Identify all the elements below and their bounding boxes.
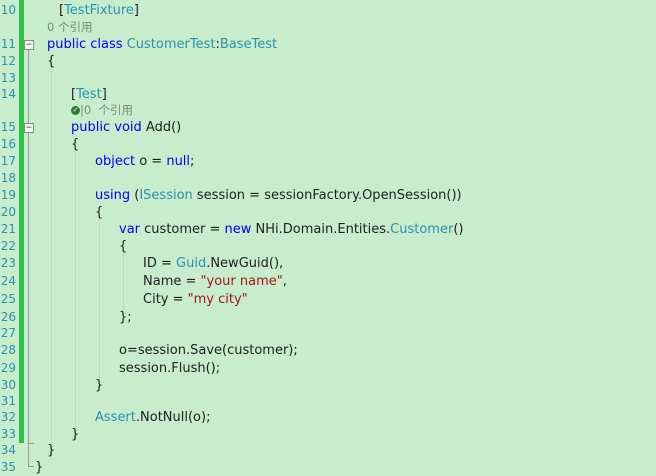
code-line-16[interactable]: { xyxy=(71,136,79,153)
line-number: 21 xyxy=(0,222,16,236)
indent-guide xyxy=(51,62,52,458)
code-line-26[interactable]: }; xyxy=(119,309,132,326)
code-line-30[interactable]: } xyxy=(95,377,103,394)
line-number: 22 xyxy=(0,239,16,253)
line-number: 20 xyxy=(0,205,16,219)
line-number: 33 xyxy=(0,427,16,441)
code-line-10[interactable]: [TestFixture] xyxy=(59,2,139,19)
line-number: 26 xyxy=(0,310,16,324)
code-line-22[interactable]: { xyxy=(119,238,127,255)
indent-guide xyxy=(99,215,100,383)
line-number: 34 xyxy=(0,443,16,457)
line-number: 23 xyxy=(0,256,16,270)
code-line-19[interactable]: using (ISession session = sessionFactory… xyxy=(95,187,462,204)
code-line-12[interactable]: { xyxy=(47,53,55,70)
code-line-17[interactable]: object o = null; xyxy=(95,153,194,170)
line-number: 18 xyxy=(0,171,16,185)
fold-collapse-icon[interactable]: − xyxy=(24,123,34,133)
code-line-11[interactable]: public class CustomerTest:BaseTest xyxy=(47,36,277,53)
line-number: 12 xyxy=(0,54,16,68)
code-line-29[interactable]: session.Flush(); xyxy=(119,360,220,377)
code-line-15[interactable]: public void Add() xyxy=(71,119,181,136)
indent-guide xyxy=(123,250,124,316)
line-number: 13 xyxy=(0,71,16,85)
outline-line xyxy=(28,133,29,443)
line-number-gutter: 10 11 12 13 14 15 16 17 18 19 20 21 22 2… xyxy=(0,0,17,474)
code-line-35[interactable]: } xyxy=(35,459,43,476)
code-line-24[interactable]: Name = "your name", xyxy=(143,273,287,290)
code-line-34[interactable]: } xyxy=(47,442,55,459)
line-number: 14 xyxy=(0,87,16,101)
code-line-21[interactable]: var customer = new NHi.Domain.Entities.C… xyxy=(119,221,463,238)
outline-end-tick xyxy=(28,443,34,444)
code-line-23[interactable]: ID = Guid.NewGuid(), xyxy=(143,255,283,272)
line-number: 28 xyxy=(0,343,16,357)
code-line-28[interactable]: o=session.Save(customer); xyxy=(119,342,298,359)
indent-guide xyxy=(75,148,76,438)
line-number: 16 xyxy=(0,137,16,151)
code-line-33[interactable]: } xyxy=(71,426,79,443)
check-icon: ✓ xyxy=(71,106,80,115)
line-number: 32 xyxy=(0,410,16,424)
line-number: 24 xyxy=(0,274,16,288)
line-number: 25 xyxy=(0,292,16,306)
line-number: 15 xyxy=(0,120,16,134)
line-number: 29 xyxy=(0,361,16,375)
code-line-14[interactable]: [Test] xyxy=(71,86,107,103)
line-number: 10 xyxy=(0,3,16,17)
codelens-references[interactable]: 0 个引用 xyxy=(47,19,92,36)
change-tracking-bar xyxy=(19,0,24,443)
code-line-32[interactable]: Assert.NotNull(o); xyxy=(95,409,210,426)
line-number: 27 xyxy=(0,326,16,340)
line-number: 17 xyxy=(0,154,16,168)
outline-end-tick xyxy=(28,466,34,467)
code-editor[interactable]: 10 11 12 13 14 15 16 17 18 19 20 21 22 2… xyxy=(0,0,656,475)
line-number: 30 xyxy=(0,378,16,392)
line-number: 31 xyxy=(0,394,16,408)
line-number: 19 xyxy=(0,188,16,202)
codelens-test-status[interactable]: ✓ |0 个引用 xyxy=(71,102,133,119)
line-number: 35 xyxy=(0,460,16,474)
line-number: 11 xyxy=(0,37,16,51)
code-line-25[interactable]: City = "my city" xyxy=(143,291,248,308)
code-line-20[interactable]: { xyxy=(95,204,103,221)
fold-collapse-icon[interactable]: − xyxy=(24,40,34,50)
